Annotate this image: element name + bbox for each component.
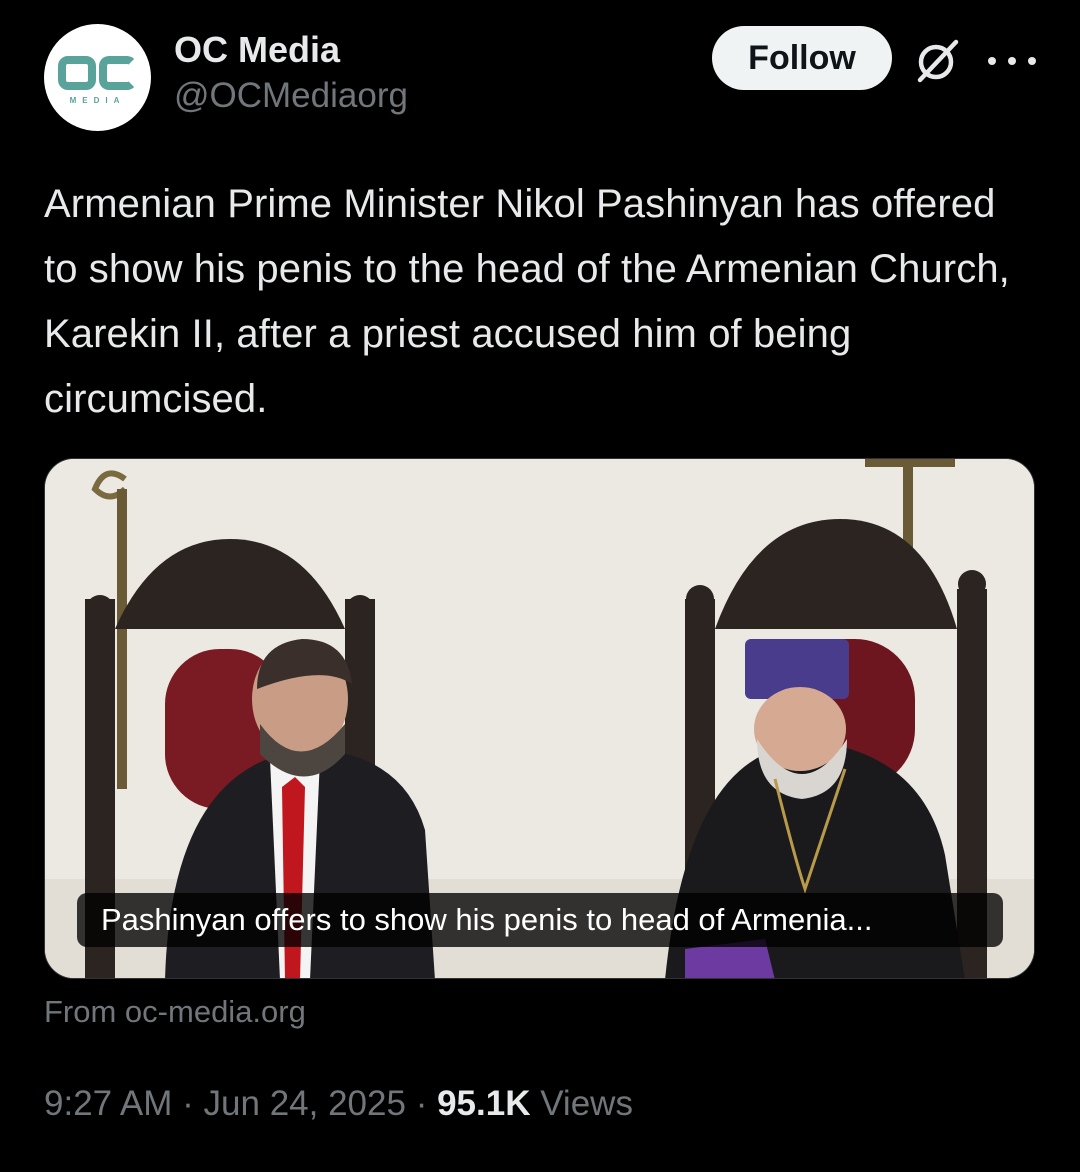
dot xyxy=(1028,57,1036,65)
author-handle[interactable]: @OCMediaorg xyxy=(174,72,408,120)
tweet-header: MEDIA OC Media @OCMediaorg Follow xyxy=(44,24,1036,134)
tweet-date[interactable]: Jun 24, 2025 xyxy=(204,1084,406,1123)
logo-letter-c xyxy=(99,56,137,90)
follow-button[interactable]: Follow xyxy=(712,26,892,90)
link-card[interactable]: Pashinyan offers to show his penis to he… xyxy=(44,458,1035,979)
card-source-link[interactable]: From oc-media.org xyxy=(44,990,306,1034)
dot xyxy=(1008,57,1016,65)
tweet-time[interactable]: 9:27 AM xyxy=(44,1084,172,1123)
views-label: Views xyxy=(540,1084,633,1123)
tweet-meta: 9:27 AM · Jun 24, 2025 · 95.1K Views xyxy=(44,1080,633,1128)
meta-separator: · xyxy=(182,1084,194,1123)
tweet-page: MEDIA OC Media @OCMediaorg Follow Armeni… xyxy=(0,0,1080,1172)
more-dots-icon[interactable] xyxy=(988,46,1036,76)
avatar[interactable]: MEDIA xyxy=(44,24,151,131)
author-display-name[interactable]: OC Media xyxy=(174,28,408,72)
meta-separator: · xyxy=(415,1084,428,1123)
grok-slash-icon[interactable] xyxy=(912,36,962,86)
card-caption: Pashinyan offers to show his penis to he… xyxy=(77,893,1003,947)
oc-media-logo xyxy=(58,56,137,90)
tweet-text: Armenian Prime Minister Nikol Pashinyan … xyxy=(44,182,1010,421)
author-block: OC Media @OCMediaorg xyxy=(174,28,408,120)
logo-subtitle: MEDIA xyxy=(69,96,126,105)
logo-letter-o xyxy=(58,56,96,90)
dot xyxy=(988,57,996,65)
views-count: 95.1K xyxy=(437,1084,531,1123)
